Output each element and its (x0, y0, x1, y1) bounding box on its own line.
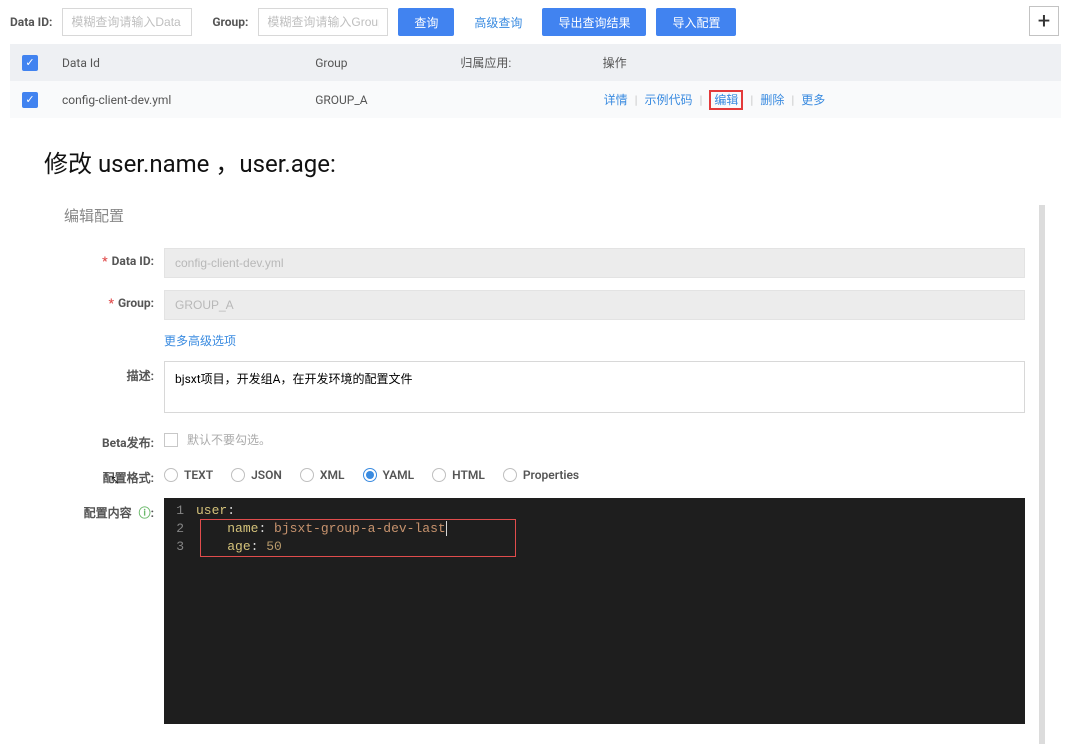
cell-actions: 详情 | 示例代码 | 编辑 | 删除 | 更多 (591, 81, 1061, 118)
editor-code[interactable]: user: name: bjsxt-group-a-dev-last age: … (190, 498, 1025, 724)
editor-gutter: 123 (164, 498, 190, 724)
label-content: 配置内容 ⓘ: (60, 498, 164, 521)
label-beta: Beta发布: (60, 428, 164, 451)
label-form-group: *Group: (60, 290, 164, 310)
scrollbar[interactable] (1039, 205, 1045, 744)
table-row[interactable]: ✓ config-client-dev.yml GROUP_A 详情 | 示例代… (10, 81, 1061, 118)
form-group-field (164, 290, 1025, 320)
config-table: ✓ Data Id Group 归属应用: 操作 ✓ config-client… (10, 44, 1061, 118)
code-editor[interactable]: 123 user: name: bjsxt-group-a-dev-last a… (164, 498, 1025, 724)
label-group: Group: (212, 15, 248, 29)
label-form-data-id: *Data ID: (60, 248, 164, 268)
form-title: 编辑配置 (60, 205, 1025, 226)
format-radio-properties[interactable]: Properties (503, 468, 579, 482)
col-ops: 操作 (591, 44, 1061, 81)
plus-icon: + (1038, 9, 1050, 34)
description-input[interactable] (164, 361, 1025, 413)
advanced-query-link[interactable]: 高级查询 (464, 8, 532, 36)
action-sample[interactable]: 示例代码 (645, 93, 693, 107)
help-icon[interactable]: ⓘ (139, 504, 151, 521)
label-format: 配置格式: (60, 463, 164, 486)
add-config-button[interactable]: + (1029, 6, 1059, 36)
col-data-id: Data Id (50, 44, 303, 81)
beta-note: 默认不要勾选。 (187, 433, 271, 447)
format-radio-text[interactable]: TEXT (164, 468, 213, 482)
beta-checkbox[interactable] (164, 433, 178, 447)
search-data-id-input[interactable] (62, 8, 192, 36)
cell-app (448, 81, 590, 118)
edit-config-form: 编辑配置 *Data ID: ↖ *Group: 更多高级选项 描述: Beta… (0, 205, 1071, 744)
format-radio-yaml[interactable]: YAML (363, 468, 415, 482)
row-checkbox[interactable]: ✓ (22, 92, 38, 108)
col-app: 归属应用: (448, 44, 590, 81)
select-all-checkbox[interactable]: ✓ (22, 55, 38, 71)
label-desc: 描述: (60, 361, 164, 384)
format-radio-xml[interactable]: XML (300, 468, 345, 482)
action-detail[interactable]: 详情 (604, 93, 628, 107)
cell-group: GROUP_A (303, 81, 448, 118)
search-bar: Data ID: Group: 查询 高级查询 导出查询结果 导入配置 + (0, 0, 1071, 44)
section-heading: 修改 user.name ，user.age: (0, 136, 1071, 205)
label-data-id: Data ID: (10, 15, 52, 29)
more-advanced-link[interactable]: 更多高级选项 (164, 334, 236, 348)
export-button[interactable]: 导出查询结果 (542, 8, 646, 36)
action-delete[interactable]: 删除 (760, 93, 784, 107)
cell-data-id: config-client-dev.yml (50, 81, 303, 118)
format-radio-json[interactable]: JSON (231, 468, 282, 482)
action-edit[interactable]: 编辑 (709, 90, 743, 110)
action-more[interactable]: 更多 (801, 93, 825, 107)
import-button[interactable]: 导入配置 (656, 8, 736, 36)
search-group-input[interactable] (258, 8, 388, 36)
format-radio-html[interactable]: HTML (432, 468, 485, 482)
form-data-id-field (164, 248, 1025, 278)
query-button[interactable]: 查询 (398, 8, 454, 36)
col-group: Group (303, 44, 448, 81)
